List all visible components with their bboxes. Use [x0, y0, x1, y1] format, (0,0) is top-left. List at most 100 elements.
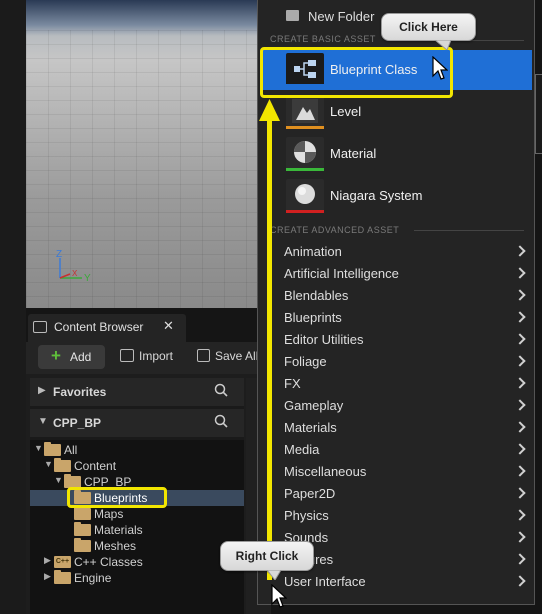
axis-gizmo-icon: Z Y X	[56, 249, 91, 284]
menu-item-label: Niagara System	[330, 188, 423, 203]
chevron-right-icon	[514, 311, 526, 323]
chevron-down-icon: ▼	[38, 416, 48, 427]
menu-item-label: Media	[284, 442, 320, 457]
callout-tail-icon	[266, 570, 282, 580]
menu-item-physics[interactable]: Physics	[258, 505, 536, 527]
favorites-section[interactable]: ▶ Favorites	[30, 378, 244, 406]
search-icon[interactable]	[214, 414, 228, 428]
cpp-folder-icon: C++	[54, 556, 71, 568]
tree-item-blueprints[interactable]: Blueprints	[30, 490, 244, 506]
content-browser-toolbar: + Add Import Save All	[26, 342, 271, 374]
close-icon[interactable]: ✕	[163, 318, 174, 334]
chevron-right-icon	[514, 355, 526, 367]
menu-item-niagara-system[interactable]: Niagara System	[262, 176, 532, 216]
niagara-system-icon	[286, 179, 324, 213]
add-asset-context-menu: New Folder CREATE BASIC ASSET Blueprint …	[257, 0, 535, 605]
tree-item-meshes[interactable]: Meshes	[30, 538, 244, 554]
menu-item-editor-utilities[interactable]: Editor Utilities	[258, 329, 536, 351]
menu-item-label: Foliage	[284, 354, 327, 369]
tree-item-cpp-bp[interactable]: ▼ CPP_BP	[30, 474, 244, 490]
menu-item-media[interactable]: Media	[258, 439, 536, 461]
sources-panel: ▶ Favorites ▼ CPP_BP ▼ All ▼ Content ▼ C…	[30, 378, 244, 614]
plus-icon: +	[51, 346, 61, 365]
chevron-right-icon	[514, 245, 526, 257]
tree-item-label: Maps	[94, 507, 124, 521]
gizmo-z-label: Z	[56, 249, 62, 260]
chevron-down-icon[interactable]: ▼	[34, 443, 43, 453]
folder-tree: ▼ All ▼ Content ▼ CPP_BP Blueprints Maps	[30, 440, 244, 614]
asset-color-bar	[286, 84, 324, 87]
project-section[interactable]: ▼ CPP_BP	[30, 409, 244, 437]
menu-item-fx[interactable]: FX	[258, 373, 536, 395]
menu-item-foliage[interactable]: Foliage	[258, 351, 536, 373]
tree-item-maps[interactable]: Maps	[30, 506, 244, 522]
save-all-button-label: Save All	[215, 349, 259, 363]
level-viewport[interactable]: Z Y X	[26, 0, 271, 308]
tree-item-materials[interactable]: Materials	[30, 522, 244, 538]
chevron-right-icon	[514, 421, 526, 433]
menu-item-label: FX	[284, 376, 301, 391]
tree-item-label: C++ Classes	[74, 555, 143, 569]
add-button-label: Add	[70, 350, 92, 364]
menu-item-label: Miscellaneous	[284, 464, 367, 479]
mouse-cursor-icon	[271, 584, 287, 608]
tree-item-content[interactable]: ▼ Content	[30, 458, 244, 474]
chevron-down-icon[interactable]: ▼	[54, 475, 63, 485]
folder-icon	[44, 442, 61, 456]
chevron-right-icon[interactable]: ▶	[44, 555, 51, 566]
tree-item-engine[interactable]: ▶ Engine	[30, 570, 244, 586]
section-header-basic: CREATE BASIC ASSET	[270, 34, 376, 44]
material-icon	[286, 137, 324, 171]
menu-item-label: Editor Utilities	[284, 332, 364, 347]
chevron-right-icon	[514, 509, 526, 521]
guide-arrow-shaft	[267, 118, 272, 580]
folder-icon	[74, 522, 91, 536]
tree-item-all[interactable]: ▼ All	[30, 442, 244, 458]
tree-item-cpp-classes[interactable]: ▶ C++ C++ Classes	[30, 554, 244, 570]
folder-icon	[54, 570, 71, 584]
menu-item-blueprint-class[interactable]: Blueprint Class	[262, 50, 532, 90]
asset-color-bar	[286, 168, 324, 171]
click-here-label: Click Here	[399, 20, 458, 34]
chevron-right-icon	[514, 553, 526, 565]
menu-item-blendables[interactable]: Blendables	[258, 285, 536, 307]
menu-item-label: User Interface	[284, 574, 366, 589]
tree-item-label: All	[64, 443, 78, 457]
sphere-icon	[295, 184, 315, 204]
right-click-callout: Right Click	[220, 541, 314, 571]
import-button-label: Import	[139, 349, 174, 363]
chevron-right-icon	[514, 531, 526, 543]
chevron-right-icon[interactable]: ▶	[44, 571, 51, 582]
chevron-down-icon[interactable]: ▼	[44, 459, 53, 469]
folder-icon	[64, 474, 81, 488]
tree-item-label: Blueprints	[94, 491, 148, 505]
menu-item-materials[interactable]: Materials	[258, 417, 536, 439]
menu-item-user-interface[interactable]: User Interface	[258, 571, 536, 593]
menu-item-material[interactable]: Material	[262, 134, 532, 174]
menu-item-label: Blueprint Class	[330, 62, 418, 77]
chevron-right-icon	[514, 333, 526, 345]
blueprint-class-icon	[286, 53, 324, 87]
content-browser-tabbar: Content Browser ✕	[26, 308, 271, 342]
folder-icon	[54, 458, 71, 472]
menu-item-miscellaneous[interactable]: Miscellaneous	[258, 461, 536, 483]
chevron-right-icon	[514, 399, 526, 411]
folder-icon	[74, 506, 91, 520]
menu-item-artificial-intelligence[interactable]: Artificial Intelligence	[258, 263, 536, 285]
callout-tail-icon	[434, 40, 452, 50]
tree-item-label: CPP_BP	[84, 475, 132, 489]
menu-item-level[interactable]: Level	[262, 92, 532, 132]
menu-item-paper2d[interactable]: Paper2D	[258, 483, 536, 505]
chevron-right-icon	[514, 289, 526, 301]
menu-item-animation[interactable]: Animation	[258, 241, 536, 263]
import-icon	[120, 349, 134, 362]
add-button[interactable]: + Add	[38, 345, 105, 369]
search-icon[interactable]	[214, 383, 228, 397]
tab-content-browser[interactable]: Content Browser ✕	[28, 314, 186, 342]
menu-item-blueprints[interactable]: Blueprints	[258, 307, 536, 329]
menu-item-label: Physics	[284, 508, 329, 523]
menu-item-gameplay[interactable]: Gameplay	[258, 395, 536, 417]
blueprint-node-icon	[294, 60, 316, 78]
menu-item-label: Material	[330, 146, 377, 161]
folder-icon	[74, 538, 91, 552]
